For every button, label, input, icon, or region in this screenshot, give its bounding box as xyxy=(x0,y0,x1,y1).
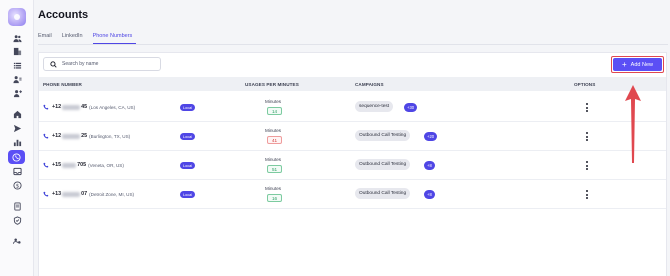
table-row[interactable]: +12 45 (Los Angeles, CA, US) Local Minut… xyxy=(39,93,666,122)
svg-text:$: $ xyxy=(15,183,18,189)
phone-location: (Burlington, TX, US) xyxy=(89,133,131,139)
campaign-more-badge[interactable]: +30 xyxy=(404,102,418,112)
phone-number: +12 45 (Los Angeles, CA, US) xyxy=(43,104,135,110)
usage-label: Minutes xyxy=(265,128,282,133)
chart-icon[interactable] xyxy=(10,136,24,148)
row-options-icon[interactable] xyxy=(585,190,589,199)
campaign-chip[interactable]: Outbound Call Testing xyxy=(355,188,411,199)
local-badge: Local xyxy=(180,133,196,140)
campaign-chip[interactable]: sequence-test xyxy=(355,101,394,112)
tab-linkedin[interactable]: LinkedIn xyxy=(62,33,87,44)
campaign-more-badge[interactable]: +8 xyxy=(424,160,435,170)
list-icon[interactable] xyxy=(10,59,24,71)
search-input[interactable] xyxy=(62,61,152,67)
phone-location: (Los Angeles, CA, US) xyxy=(89,104,136,110)
header-usages: USAGES PER MINUTES xyxy=(245,81,299,87)
campaign-more-badge[interactable]: +8 xyxy=(424,189,435,199)
local-badge: Local xyxy=(180,104,196,111)
usage-value: 41 xyxy=(267,136,282,144)
search-icon xyxy=(50,60,57,68)
tabs-divider xyxy=(38,44,668,45)
header-phone-number: PHONE NUMBER xyxy=(43,81,82,87)
app-logo[interactable] xyxy=(8,8,26,26)
row-options-icon[interactable] xyxy=(585,103,589,112)
usage-value: 16 xyxy=(267,194,282,202)
local-badge: Local xyxy=(180,191,196,198)
table-row[interactable]: +12 25 (Burlington, TX, US) Local Minute… xyxy=(39,122,666,151)
tab-email[interactable]: Email xyxy=(38,33,56,44)
campaign-chip[interactable]: Outbound Call Testing xyxy=(355,130,411,141)
phone-icon xyxy=(43,162,49,168)
usage-label: Minutes xyxy=(265,186,282,191)
main-content: Accounts Email LinkedIn Phone Numbers + … xyxy=(34,0,670,276)
contacts-icon[interactable] xyxy=(10,73,24,85)
add-new-highlight: + Add New xyxy=(611,56,664,73)
tab-bar: Email LinkedIn Phone Numbers xyxy=(38,33,142,44)
redacted-digits xyxy=(62,104,81,110)
send-icon[interactable] xyxy=(10,122,24,134)
phone-location: (Veneta, OR, US) xyxy=(88,162,124,168)
phone-icon xyxy=(43,133,49,139)
campaign-chip[interactable]: Outbound Call Testing xyxy=(355,159,411,170)
phone-number: +13 07 (Detroit Zone, MI, US) xyxy=(43,191,134,197)
phone-number: +12 25 (Burlington, TX, US) xyxy=(43,133,130,139)
people-icon[interactable] xyxy=(10,32,24,44)
plus-icon: + xyxy=(622,59,627,69)
team-icon[interactable] xyxy=(10,235,24,247)
shield-icon[interactable] xyxy=(10,214,24,226)
phone-circle-icon[interactable] xyxy=(8,150,25,164)
building-icon[interactable] xyxy=(10,45,24,57)
search-box[interactable] xyxy=(43,57,161,71)
add-new-button[interactable]: + Add New xyxy=(613,58,662,71)
inbox-icon[interactable] xyxy=(10,165,24,177)
document-icon[interactable] xyxy=(10,200,24,212)
table-row[interactable]: +13 07 (Detroit Zone, MI, US) Local Minu… xyxy=(39,180,666,209)
campaign-more-badge[interactable]: +20 xyxy=(424,131,438,141)
phone-icon xyxy=(43,191,49,197)
tab-phone-numbers[interactable]: Phone Numbers xyxy=(92,33,137,44)
usage-label: Minutes xyxy=(265,99,282,104)
sidebar: $ xyxy=(0,0,34,276)
phone-number: +15 705 (Veneta, OR, US) xyxy=(43,162,124,168)
usage-label: Minutes xyxy=(265,157,282,162)
add-user-icon[interactable] xyxy=(10,87,24,99)
table-row[interactable]: +15 705 (Veneta, OR, US) Local Minutes 5… xyxy=(39,151,666,180)
row-options-icon[interactable] xyxy=(585,161,589,170)
redacted-digits xyxy=(62,191,81,197)
phone-numbers-card: + Add New PHONE NUMBER USAGES PER MINUTE… xyxy=(38,52,667,276)
redacted-digits xyxy=(62,162,77,168)
local-badge: Local xyxy=(180,162,196,169)
dollar-icon[interactable]: $ xyxy=(10,179,24,191)
annotation-arrow-icon xyxy=(625,85,641,163)
table-header: PHONE NUMBER USAGES PER MINUTES CAMPAIGN… xyxy=(39,77,666,91)
header-options: OPTIONS xyxy=(574,81,596,87)
redacted-digits xyxy=(62,133,81,139)
home-icon[interactable] xyxy=(10,108,24,120)
row-options-icon[interactable] xyxy=(585,132,589,141)
phone-location: (Detroit Zone, MI, US) xyxy=(89,191,135,197)
page-title: Accounts xyxy=(38,9,89,21)
header-campaigns: CAMPAIGNS xyxy=(355,81,384,87)
phone-icon xyxy=(43,104,49,110)
usage-value: 14 xyxy=(267,107,282,115)
usage-value: 51 xyxy=(267,165,282,173)
add-new-label: Add New xyxy=(630,61,653,68)
